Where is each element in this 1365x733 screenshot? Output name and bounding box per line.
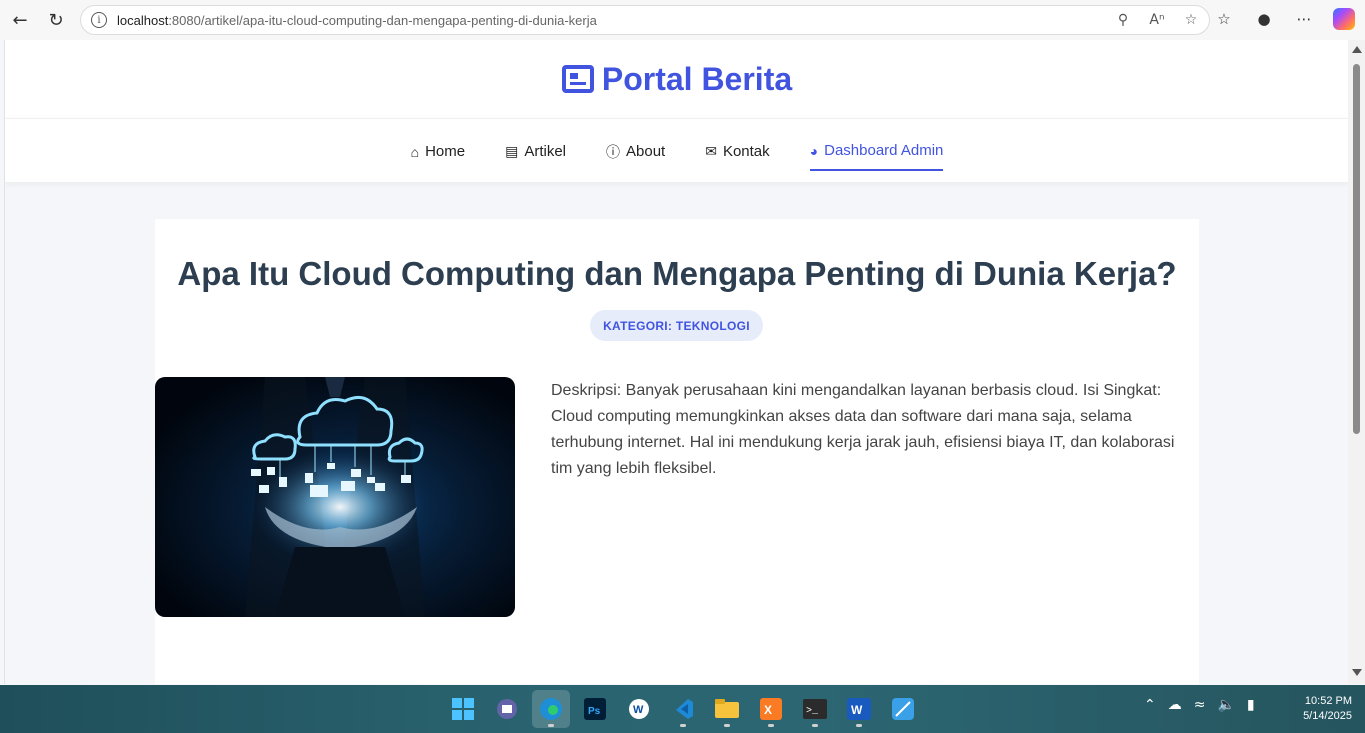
system-tray: ⌃ ☁ ≈ 🔈 ▮	[1144, 697, 1255, 713]
back-arrow-icon[interactable]: ←	[6, 6, 34, 34]
running-indicator	[680, 724, 686, 727]
scroll-up-arrow-icon[interactable]	[1352, 46, 1362, 53]
reload-icon[interactable]: ↻	[42, 6, 70, 34]
favorite-star-icon[interactable]: ☆	[1181, 10, 1201, 30]
cloud-hands-illustration	[245, 377, 430, 617]
svg-text:W: W	[851, 703, 863, 717]
address-bar-actions: ⚲ Aⁿ ☆	[1113, 10, 1201, 30]
onedrive-icon[interactable]: ☁	[1168, 697, 1182, 713]
battery-icon[interactable]: ▮	[1247, 697, 1255, 713]
more-menu-icon[interactable]: ⋯	[1293, 8, 1315, 30]
site-info-icon[interactable]: i	[91, 12, 107, 28]
browser-actions: ☆ ● ⋯	[1213, 8, 1355, 30]
dashboard-icon: ◕	[809, 142, 819, 159]
clock-time: 10:52 PM	[1304, 695, 1352, 707]
nav-artikel-label: Artikel	[524, 143, 567, 160]
profile-icon[interactable]: ●	[1253, 8, 1275, 30]
site-header: Portal Berita	[5, 40, 1348, 118]
nav-about[interactable]: ⓘ About	[606, 131, 665, 171]
photoshop-icon[interactable]: Ps	[576, 690, 614, 728]
chevron-up-icon[interactable]: ⌃	[1144, 697, 1156, 713]
copilot-icon[interactable]	[1333, 8, 1355, 30]
svg-text:X: X	[764, 703, 772, 717]
article-title: Apa Itu Cloud Computing dan Mengapa Pent…	[177, 255, 1177, 292]
wps-icon[interactable]: W	[620, 690, 658, 728]
word-icon[interactable]: W	[840, 690, 878, 728]
main-nav: ⌂ Home ▤ Artikel ⓘ About ✉ Kontak ◕ Dash…	[5, 118, 1348, 182]
terminal-icon[interactable]: >_	[796, 690, 834, 728]
vscode-icon[interactable]	[664, 690, 702, 728]
svg-text:Ps: Ps	[588, 706, 601, 717]
svg-text:W: W	[633, 704, 644, 716]
browser-toolbar: ← ↻ i localhost:8080/artikel/apa-itu-clo…	[0, 0, 1365, 40]
page-viewport: Portal Berita ⌂ Home ▤ Artikel ⓘ About ✉…	[4, 40, 1348, 684]
taskbar-clock[interactable]: 10:52 PM 5/14/2025	[1286, 694, 1352, 724]
article-image	[155, 377, 515, 617]
envelope-icon: ✉	[705, 143, 717, 159]
site-logo[interactable]: Portal Berita	[561, 60, 793, 98]
article-card: Apa Itu Cloud Computing dan Mengapa Pent…	[155, 219, 1199, 684]
category-badge: KATEGORI: TEKNOLOGI	[590, 310, 763, 341]
newspaper-icon	[561, 65, 594, 93]
info-icon: ⓘ	[606, 143, 621, 160]
running-indicator	[856, 724, 862, 727]
article-body: Deskripsi: Banyak perusahaan kini mengan…	[551, 382, 1175, 477]
read-aloud-icon[interactable]: Aⁿ	[1147, 10, 1167, 30]
taskbar-apps: Ps W X >_ W	[444, 690, 922, 728]
zoom-icon[interactable]: ⚲	[1113, 10, 1133, 30]
newspaper-icon: ▤	[505, 143, 519, 159]
running-indicator	[812, 724, 818, 727]
nav-artikel[interactable]: ▤ Artikel	[505, 131, 566, 171]
svg-text:>_: >_	[806, 706, 819, 717]
nav-home-label: Home	[425, 143, 466, 160]
xampp-icon[interactable]: X	[752, 690, 790, 728]
edge-icon[interactable]	[532, 690, 570, 728]
windows-taskbar: Ps W X >_ W ⌃ ☁ ≈ 🔈 ▮ 10:52 PM 5/14/2025	[0, 685, 1365, 733]
running-indicator	[724, 724, 730, 727]
file-explorer-icon[interactable]	[708, 690, 746, 728]
address-bar[interactable]: i localhost:8080/artikel/apa-itu-cloud-c…	[80, 5, 1210, 35]
clock-date: 5/14/2025	[1303, 710, 1352, 722]
page-scrollbar[interactable]	[1348, 40, 1365, 684]
scroll-thumb[interactable]	[1353, 64, 1360, 434]
wifi-icon[interactable]: ≈	[1194, 697, 1206, 713]
nav-about-label: About	[626, 143, 666, 160]
site-brand: Portal Berita	[601, 60, 793, 97]
nav-kontak-label: Kontak	[722, 143, 770, 160]
snipping-tool-icon[interactable]	[884, 690, 922, 728]
scroll-down-arrow-icon[interactable]	[1352, 669, 1362, 676]
nav-dashboard-label: Dashboard Admin	[824, 142, 944, 159]
nav-home[interactable]: ⌂ Home	[411, 131, 465, 171]
active-indicator	[548, 724, 554, 727]
teams-icon[interactable]	[488, 690, 526, 728]
volume-icon[interactable]: 🔈	[1217, 697, 1234, 713]
favorites-icon[interactable]: ☆	[1213, 8, 1235, 30]
running-indicator	[768, 724, 774, 727]
nav-dashboard-admin[interactable]: ◕ Dashboard Admin	[809, 131, 944, 171]
home-icon: ⌂	[410, 143, 420, 160]
url-text: localhost:8080/artikel/apa-itu-cloud-com…	[117, 12, 597, 28]
nav-kontak[interactable]: ✉ Kontak	[705, 131, 769, 171]
windows-start-icon[interactable]	[444, 690, 482, 728]
